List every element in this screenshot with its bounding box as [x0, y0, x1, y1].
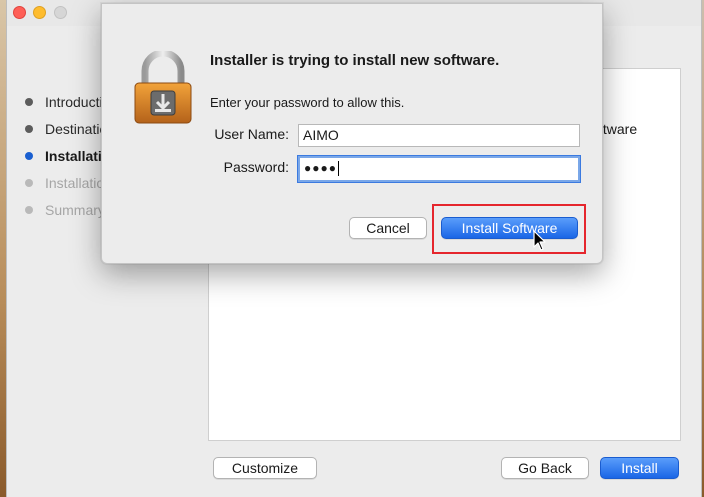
password-label: Password:	[223, 159, 289, 175]
step-label: Summary	[45, 202, 105, 218]
step-installation: Installation	[21, 173, 111, 193]
go-back-button[interactable]: Go Back	[501, 457, 589, 479]
padlock-download-icon	[134, 51, 192, 124]
minimize-window-button[interactable]	[33, 6, 46, 19]
step-introduction: Introduction	[21, 92, 111, 112]
step-bullet-icon	[25, 206, 33, 214]
dialog-title: Installer is trying to install new softw…	[210, 52, 500, 69]
zoom-window-button[interactable]	[54, 6, 67, 19]
dialog-message: Enter your password to allow this.	[210, 95, 405, 110]
cancel-button[interactable]: Cancel	[349, 217, 427, 239]
step-destination: Destination Select	[21, 119, 111, 139]
install-button[interactable]: Install	[600, 457, 679, 479]
customize-button[interactable]: Customize	[213, 457, 317, 479]
username-field[interactable]: AIMO	[298, 124, 580, 147]
close-window-button[interactable]	[13, 6, 26, 19]
step-bullet-icon	[25, 179, 33, 187]
step-bullet-icon	[25, 98, 33, 106]
step-bullet-icon	[25, 125, 33, 133]
step-installation-type: Installation Type	[21, 146, 111, 166]
highlight-box	[432, 204, 586, 254]
step-bullet-icon	[25, 152, 33, 160]
pane-text: ftware	[599, 121, 638, 137]
step-summary: Summary	[21, 200, 111, 220]
text-caret	[338, 160, 339, 176]
password-dots: ●●●●	[304, 161, 337, 175]
username-label: User Name:	[214, 126, 289, 142]
password-field[interactable]: ●●●●	[298, 156, 580, 182]
username-value: AIMO	[303, 127, 339, 143]
mouse-pointer-icon	[533, 230, 546, 251]
